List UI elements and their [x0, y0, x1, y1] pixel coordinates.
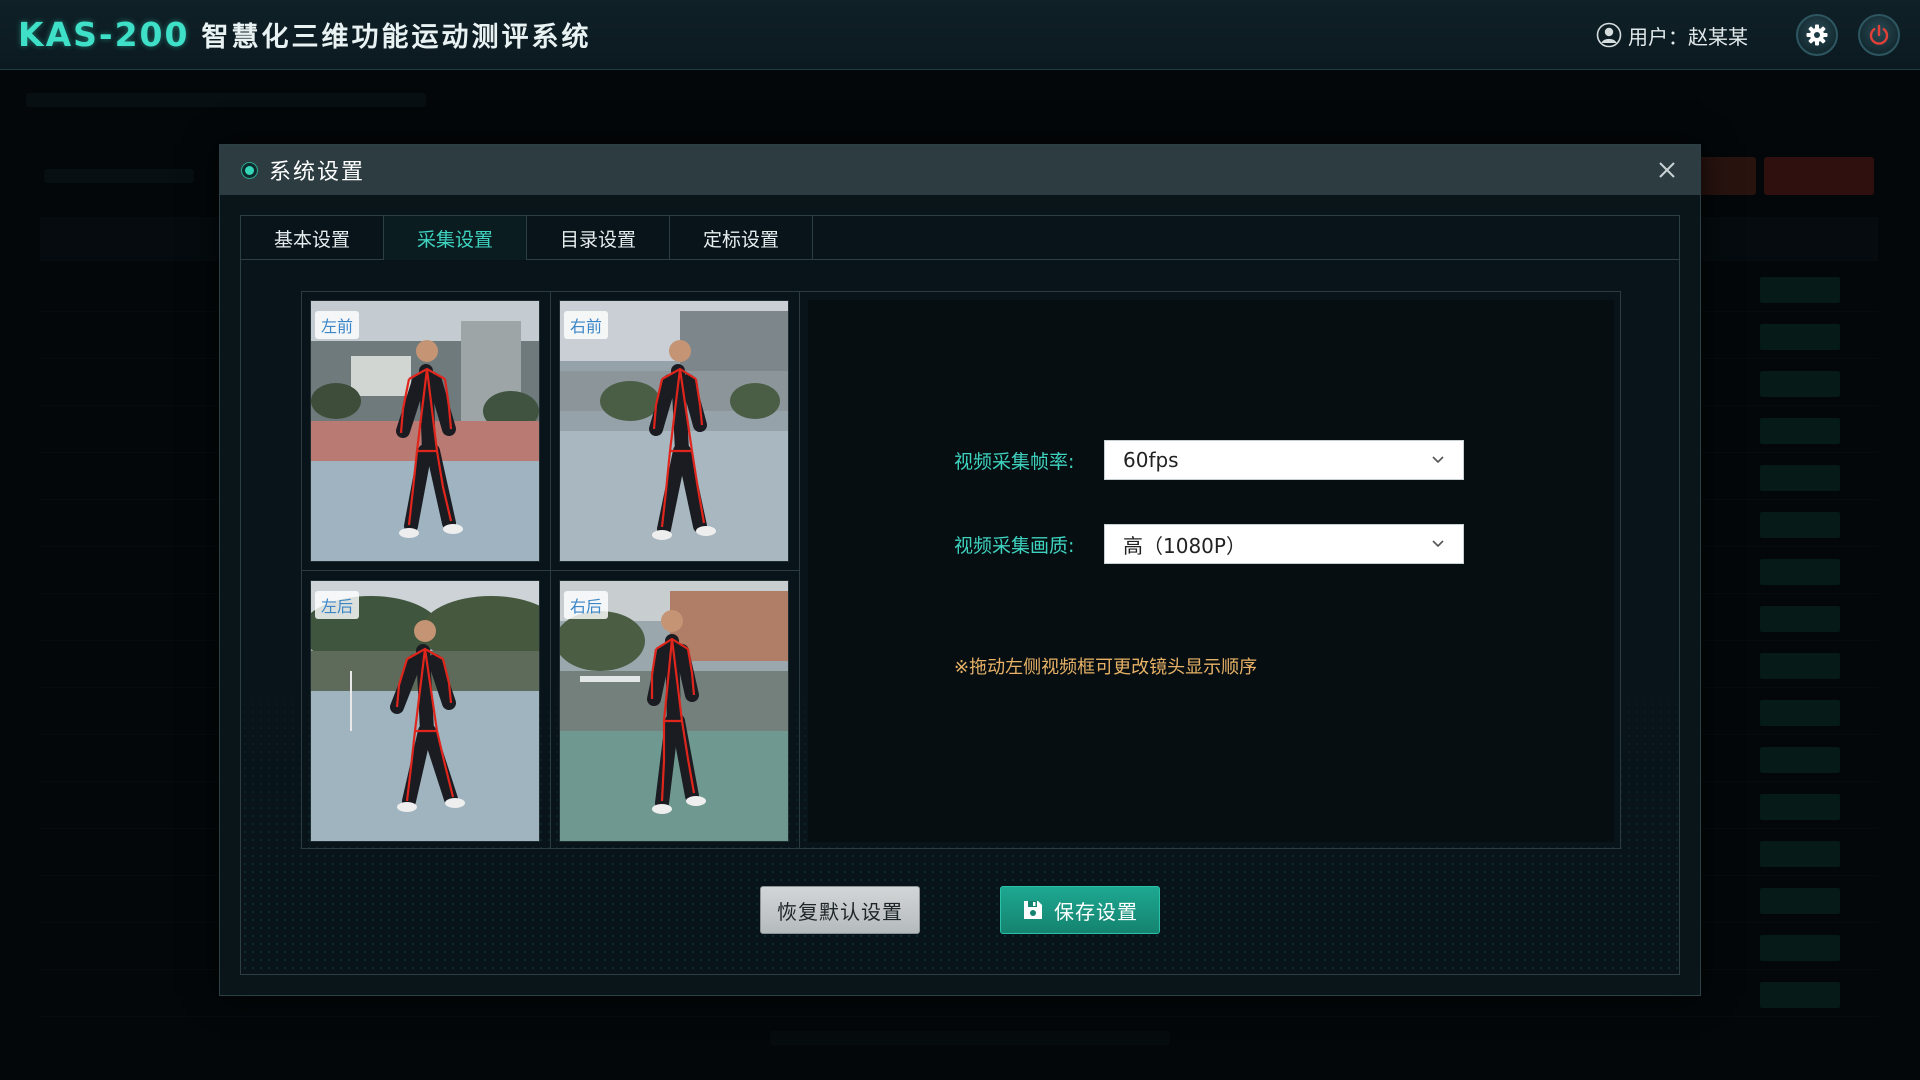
status-dot-icon — [242, 162, 257, 178]
capture-settings-form: 视频采集帧率: 60fps 视频采集画质: 高（1080P） ※拖动左侧视频框可… — [808, 300, 1614, 842]
capture-panel: 左前 右前 左后 右后 视频采集帧率: 60fps 视频采集画质: 高（1080… — [301, 291, 1621, 849]
close-icon[interactable] — [1654, 157, 1680, 183]
video-frame — [311, 301, 539, 561]
power-button[interactable] — [1858, 14, 1900, 56]
user-name: 用户：赵某某 — [1628, 24, 1748, 49]
quality-value: 高（1080P） — [1123, 533, 1246, 558]
tab-calibration-settings[interactable]: 定标设置 — [670, 216, 813, 260]
chevron-down-icon — [1432, 540, 1444, 548]
dialog-body: 基本设置 采集设置 目录设置 定标设置 左前 右前 左后 右后 视频采集帧率: … — [240, 215, 1680, 975]
tab-basic-settings[interactable]: 基本设置 — [241, 216, 384, 260]
app-title: 智慧化三维功能运动测评系统 — [201, 22, 592, 53]
dialog-header: 系统设置 — [220, 145, 1700, 195]
save-icon — [1024, 901, 1042, 919]
frame-rate-row: 视频采集帧率: 60fps — [954, 440, 1464, 480]
user-area: 用户：赵某某 — [1596, 0, 1900, 70]
frame-rate-select[interactable]: 60fps — [1104, 440, 1464, 480]
dialog-title: 系统设置 — [269, 160, 366, 185]
camera-video-grid: 左前 右前 左后 右后 — [302, 292, 800, 848]
save-settings-button[interactable]: 保存设置 — [1000, 886, 1160, 934]
camera-label: 右前 — [564, 311, 609, 339]
top-header: KAS-200 智慧化三维功能运动测评系统 用户：赵某某 — [0, 0, 1920, 70]
gear-icon — [1806, 24, 1828, 46]
tab-capture-settings[interactable]: 采集设置 — [384, 216, 527, 260]
frame-rate-label: 视频采集帧率: — [954, 450, 1075, 473]
settings-button[interactable] — [1796, 14, 1838, 56]
video-frame — [560, 301, 788, 561]
camera-feed-back-right[interactable]: 右后 — [559, 580, 789, 842]
tab-directory-settings[interactable]: 目录设置 — [527, 216, 670, 260]
camera-label: 右后 — [564, 591, 609, 619]
quality-row: 视频采集画质: 高（1080P） — [954, 524, 1464, 564]
camera-label: 左后 — [315, 591, 360, 619]
chevron-down-icon — [1432, 456, 1444, 464]
power-icon — [1869, 24, 1889, 45]
camera-feed-front-left[interactable]: 左前 — [310, 300, 540, 562]
camera-feed-back-left[interactable]: 左后 — [310, 580, 540, 842]
product-logo: KAS-200 — [18, 15, 190, 54]
video-frame — [311, 581, 539, 841]
reset-defaults-button[interactable]: 恢复默认设置 — [760, 886, 920, 934]
quality-label: 视频采集画质: — [954, 534, 1075, 557]
camera-feed-front-right[interactable]: 右前 — [559, 300, 789, 562]
save-settings-label: 保存设置 — [1054, 899, 1138, 924]
settings-tabs: 基本设置 采集设置 目录设置 定标设置 — [241, 216, 1679, 260]
system-settings-dialog: 系统设置 基本设置 采集设置 目录设置 定标设置 左前 右前 左后 右后 视频采… — [219, 144, 1701, 996]
drag-hint-text: ※拖动左侧视频框可更改镜头显示顺序 — [954, 657, 1258, 678]
frame-rate-value: 60fps — [1123, 448, 1179, 472]
camera-label: 左前 — [315, 311, 360, 339]
reset-defaults-label: 恢复默认设置 — [777, 899, 903, 924]
grid-divider — [302, 570, 800, 571]
video-frame — [560, 581, 788, 841]
brand: KAS-200 智慧化三维功能运动测评系统 — [18, 15, 591, 54]
user-icon — [1596, 22, 1622, 48]
quality-select[interactable]: 高（1080P） — [1104, 524, 1464, 564]
